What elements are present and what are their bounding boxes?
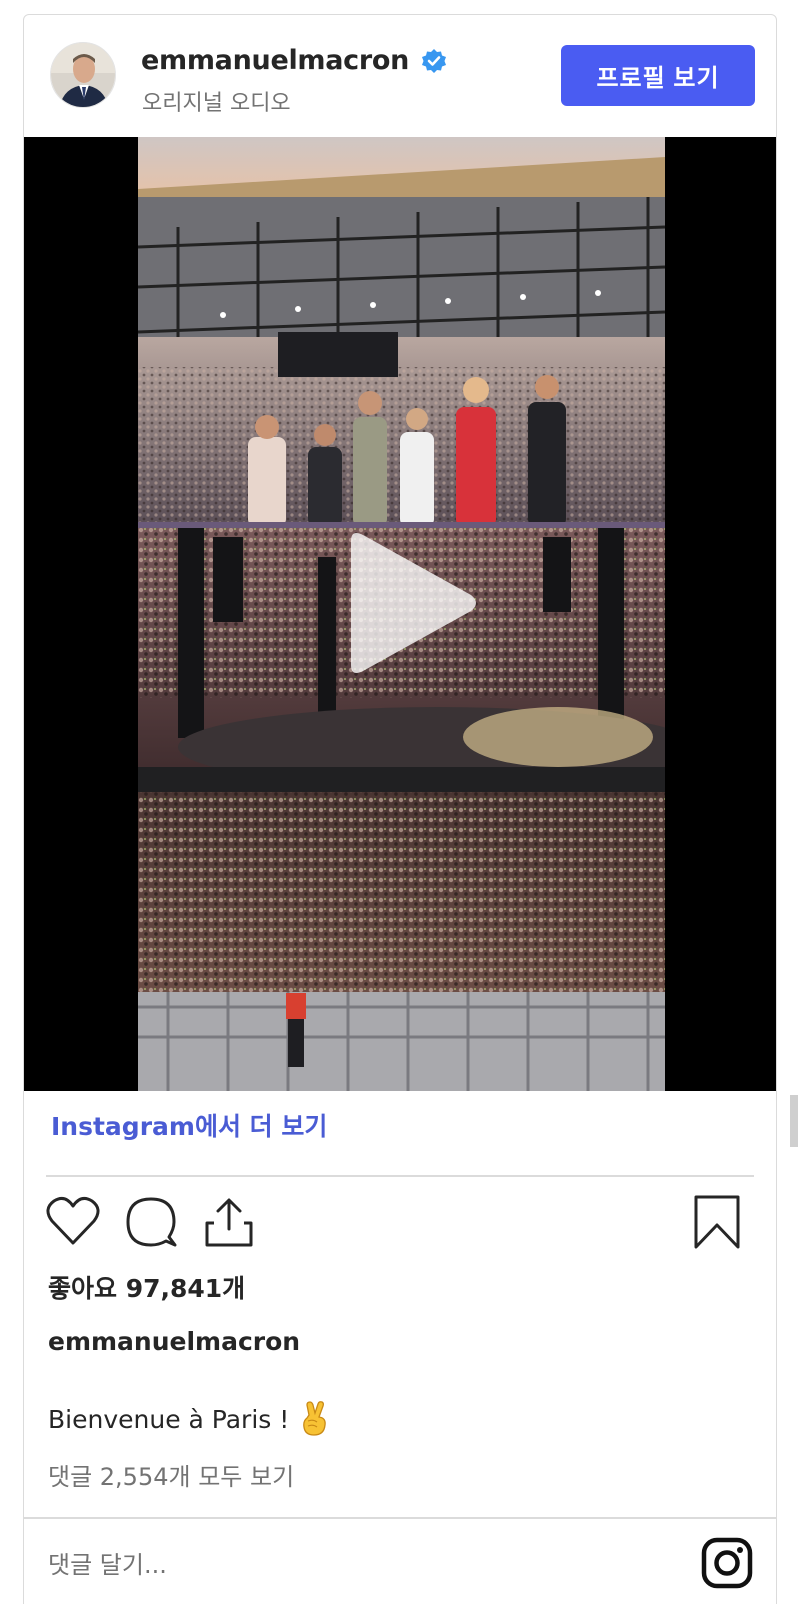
caption-author[interactable]: emmanuelmacron — [48, 1327, 300, 1356]
instagram-icon[interactable] — [701, 1537, 753, 1589]
audio-label[interactable]: 오리지널 오디오 — [142, 85, 291, 117]
view-more-on-instagram-link[interactable]: Instagram에서 더 보기 — [51, 1107, 327, 1143]
action-bar — [24, 1193, 776, 1255]
play-icon[interactable] — [341, 529, 481, 677]
caption-text: Bienvenue à Paris ! — [48, 1404, 290, 1434]
view-profile-button[interactable]: 프로필 보기 — [561, 45, 755, 106]
username-row[interactable]: emmanuelmacron — [141, 45, 447, 76]
divider — [24, 1517, 776, 1519]
avatar[interactable] — [50, 42, 116, 108]
comment-input[interactable] — [48, 1540, 608, 1590]
instagram-embed-card: emmanuelmacron 오리지널 오디오 프로필 보기 Instagram… — [23, 14, 777, 1604]
scrollbar[interactable] — [790, 1095, 798, 1147]
share-icon[interactable] — [200, 1193, 258, 1251]
bookmark-icon[interactable] — [688, 1193, 746, 1251]
username[interactable]: emmanuelmacron — [141, 45, 409, 76]
comment-icon[interactable] — [122, 1193, 180, 1251]
video-frame[interactable] — [138, 137, 665, 1091]
heart-icon[interactable] — [44, 1193, 102, 1251]
view-all-comments-link[interactable]: 댓글 2,554개 모두 보기 — [48, 1457, 294, 1492]
caption: Bienvenue à Paris ! — [48, 1401, 329, 1437]
divider — [46, 1175, 754, 1177]
verified-badge-icon — [421, 48, 447, 74]
video-player[interactable] — [24, 137, 776, 1091]
likes-count[interactable]: 좋아요 97,841개 — [48, 1269, 245, 1305]
post-header: emmanuelmacron 오리지널 오디오 프로필 보기 — [24, 15, 776, 137]
crossed-fingers-icon — [303, 1401, 327, 1436]
